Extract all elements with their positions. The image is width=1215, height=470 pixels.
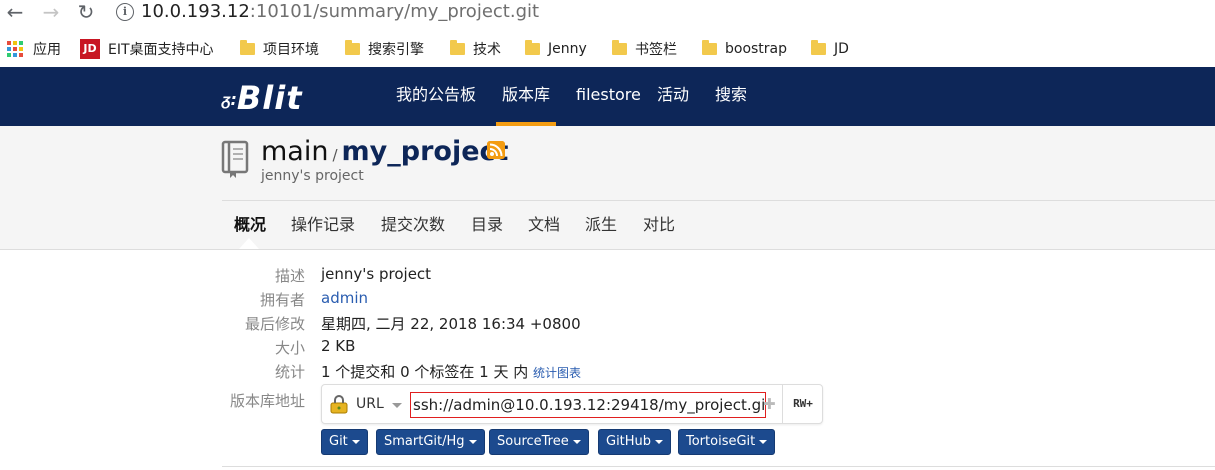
caret-down-icon — [468, 439, 477, 444]
bookmarks-bar: 应用 JD EIT桌面支持中心 项目环境 搜索引擎 技术 Jenny 书签栏 b… — [0, 36, 1215, 62]
sourcetree-client-button[interactable]: SourceTree — [489, 429, 589, 455]
bookmark-apps[interactable]: 应用 — [7, 36, 61, 62]
gitblit-logo[interactable]: ᵹ:Blit — [222, 79, 303, 117]
logo-mark: ᵹ: — [222, 90, 237, 109]
folder-icon — [240, 40, 255, 55]
browser-address-bar: ← → ↻ i 10.0.193.12:10101/summary/my_pro… — [0, 0, 1215, 27]
nav-repositories[interactable]: 版本库 — [495, 67, 557, 126]
jd-icon: JD — [80, 39, 100, 59]
last-modified-value: 星期四, 二月 22, 2018 16:34 +0800 — [321, 315, 581, 333]
bookmark-label: 书签栏 — [635, 42, 677, 58]
bookmark-folder[interactable]: boostrap — [702, 36, 787, 62]
folder-icon — [612, 40, 627, 55]
protocol-select[interactable]: URL — [356, 394, 384, 414]
caret-down-icon — [572, 439, 581, 444]
copy-icon[interactable]: ✚ — [763, 395, 776, 413]
tab-reflog[interactable]: 操作记录 — [291, 213, 355, 237]
reload-icon[interactable]: ↻ — [75, 1, 97, 23]
tab-tree[interactable]: 目录 — [471, 213, 503, 237]
tab-commits[interactable]: 提交次数 — [381, 213, 445, 237]
button-label: GitHub — [606, 434, 652, 449]
url-host: 10.0.193.12 — [141, 1, 250, 22]
size-value: 2 KB — [321, 337, 356, 355]
back-arrow-icon[interactable]: ← — [4, 1, 26, 23]
repository-url-label: 版本库地址 — [229, 392, 305, 410]
url-field[interactable]: 10.0.193.12:10101/summary/my_project.git — [141, 1, 539, 23]
lock-icon — [330, 395, 348, 414]
project-link[interactable]: main — [261, 136, 328, 167]
nav-filestore[interactable]: filestore — [576, 67, 641, 126]
tortoisegit-client-button[interactable]: TortoiseGit — [678, 429, 776, 455]
logo-text: Blit — [236, 79, 303, 117]
title-separator: / — [332, 146, 338, 164]
bookmark-folder[interactable]: 搜索引擎 — [345, 36, 424, 62]
folder-icon — [345, 40, 360, 55]
divider — [222, 466, 1215, 467]
tab-compare[interactable]: 对比 — [643, 213, 675, 237]
nav-search[interactable]: 搜索 — [715, 67, 747, 126]
last-modified-label: 最后修改 — [244, 315, 305, 333]
caret-down-icon — [759, 439, 768, 444]
bookmark-label: 应用 — [33, 42, 61, 58]
repository-description: jenny's project — [261, 168, 364, 184]
active-tab-indicator — [239, 238, 259, 249]
stats-value: 1 个提交和 0 个标签在 1 天 内 — [321, 363, 529, 381]
apps-icon — [7, 41, 23, 57]
chevron-down-icon[interactable] — [392, 403, 402, 408]
permission-badge: RW+ — [782, 385, 823, 423]
button-label: SmartGit/Hg — [384, 434, 465, 449]
bookmark-folder[interactable]: Jenny — [525, 36, 587, 62]
github-client-button[interactable]: GitHub — [598, 429, 672, 455]
git-client-button[interactable]: Git — [321, 429, 368, 455]
bookmark-label: 搜索引擎 — [368, 42, 424, 58]
book-icon — [221, 140, 249, 178]
bookmark-label: JD — [834, 41, 849, 57]
bookmark-folder[interactable]: 项目环境 — [240, 36, 319, 62]
bookmark-folder[interactable]: 书签栏 — [612, 36, 677, 62]
folder-icon — [702, 40, 717, 55]
url-path: :10101/summary/my_project.git — [249, 1, 540, 22]
size-label: 大小 — [274, 339, 305, 357]
smartgit-client-button[interactable]: SmartGit/Hg — [376, 429, 485, 455]
button-label: SourceTree — [497, 434, 569, 449]
bookmark-folder[interactable]: JD — [811, 36, 849, 62]
folder-icon — [450, 40, 465, 55]
bookmark-label: EIT桌面支持中心 — [108, 42, 214, 58]
caret-down-icon — [351, 439, 360, 444]
clone-url-panel: URL ssh://admin@10.0.193.12:29418/my_pro… — [321, 384, 823, 424]
description-label: 描述 — [274, 267, 305, 285]
repository-name[interactable]: my_project — [342, 136, 509, 167]
site-info-icon[interactable]: i — [116, 3, 134, 21]
owner-link[interactable]: admin — [321, 289, 368, 307]
clone-url-field[interactable]: ssh://admin@10.0.193.12:29418/my_project… — [410, 392, 766, 418]
nav-dashboard[interactable]: 我的公告板 — [396, 67, 476, 126]
divider — [222, 200, 1215, 201]
tab-docs[interactable]: 文档 — [528, 213, 560, 237]
folder-icon — [811, 40, 826, 55]
tab-summary[interactable]: 概况 — [234, 213, 266, 237]
button-label: Git — [329, 434, 348, 449]
stats-chart-link[interactable]: 统计图表 — [533, 366, 581, 380]
folder-icon — [525, 40, 540, 55]
bookmark-label: 项目环境 — [263, 42, 319, 58]
rss-icon[interactable] — [487, 141, 505, 159]
bookmark-label: 技术 — [473, 42, 501, 58]
caret-down-icon — [655, 439, 664, 444]
owner-label: 拥有者 — [259, 291, 305, 309]
button-label: TortoiseGit — [686, 434, 756, 449]
description-value: jenny's project — [321, 265, 432, 283]
tab-forks[interactable]: 派生 — [585, 213, 617, 237]
stats-label: 统计 — [274, 363, 305, 381]
forward-arrow-icon[interactable]: → — [40, 1, 62, 23]
bookmark-eit[interactable]: JD EIT桌面支持中心 — [80, 36, 214, 62]
bookmark-label: boostrap — [725, 41, 788, 57]
bookmark-label: Jenny — [548, 41, 587, 57]
bookmark-folder[interactable]: 技术 — [450, 36, 501, 62]
nav-activity[interactable]: 活动 — [657, 67, 689, 126]
